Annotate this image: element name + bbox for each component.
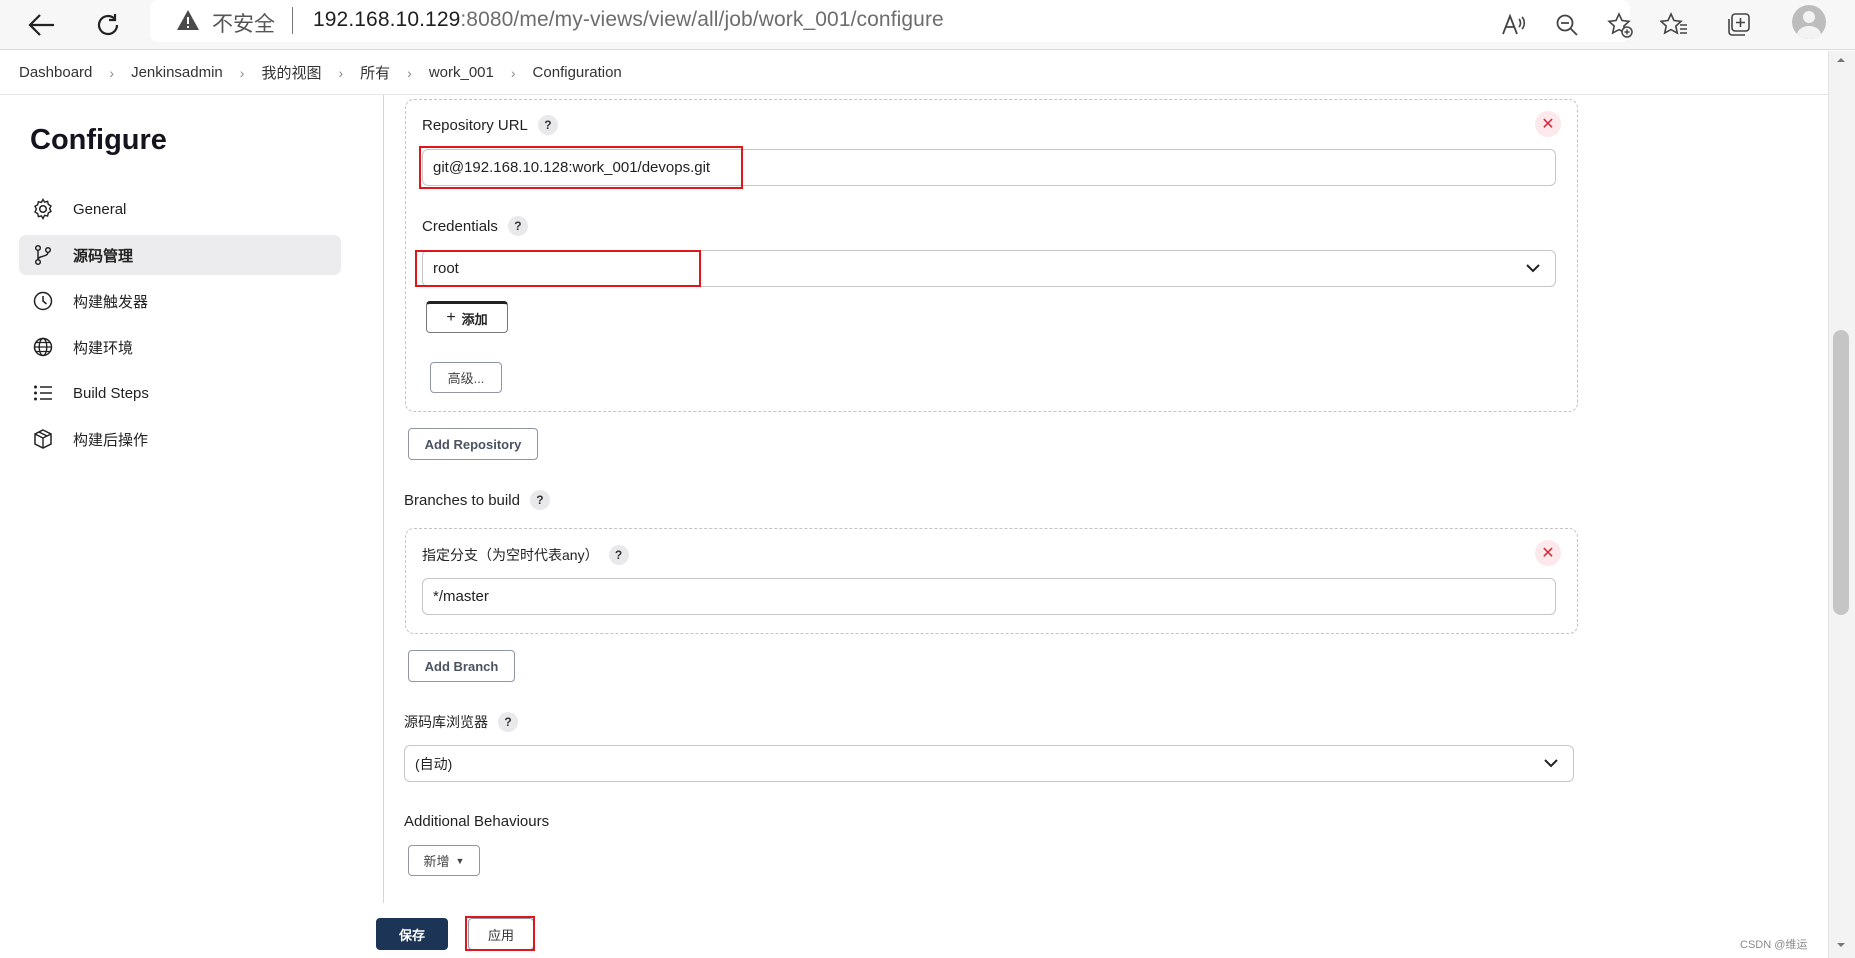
reload-button[interactable] [88, 5, 128, 45]
branches-label: Branches to build ? [404, 490, 550, 510]
help-icon[interactable]: ? [507, 216, 528, 236]
read-aloud-icon [1502, 13, 1526, 35]
branch-specifier-input[interactable]: */master [422, 578, 1556, 615]
breadcrumb-item[interactable]: 我的视图 [261, 62, 321, 83]
url-host: 192.168.10.129 [313, 8, 461, 31]
sidebar-item-label: 构建后操作 [73, 431, 149, 449]
sidebar-item-build-environment[interactable]: 构建环境 [19, 327, 341, 367]
delete-branch-button[interactable]: ✕ [1535, 540, 1561, 566]
scrollbar-thumb[interactable] [1833, 330, 1849, 615]
sidebar-item-source-management[interactable]: 源码管理 [19, 235, 341, 275]
credentials-label: Credentials ? [422, 216, 528, 236]
chevron-right-icon: › [510, 64, 516, 81]
page-title: Configure [30, 124, 167, 156]
favorites-icon [1660, 12, 1687, 35]
breadcrumb-item[interactable]: work_001 [429, 64, 494, 81]
delete-repository-button[interactable]: ✕ [1535, 111, 1561, 137]
clock-icon [31, 289, 55, 313]
repo-browser-label: 源码库浏览器 ? [404, 712, 518, 732]
list-icon [31, 381, 55, 405]
help-icon[interactable]: ? [608, 545, 629, 565]
repo-browser-select[interactable]: (自动) [404, 745, 1574, 782]
repository-url-label: Repository URL ? [422, 115, 558, 135]
warning-icon [177, 10, 199, 30]
add-branch-button[interactable]: Add Branch [408, 650, 515, 682]
sidebar-item-post-build[interactable]: 构建后操作 [19, 419, 341, 459]
help-icon[interactable]: ? [498, 712, 518, 732]
chevron-down-icon [1526, 264, 1540, 273]
sidebar-item-label: 构建环境 [73, 339, 134, 357]
caret-down-icon: ▼ [455, 855, 465, 866]
reload-icon [97, 14, 119, 36]
sidebar-item-general[interactable]: General [19, 189, 341, 229]
browser-toolbar: 不安全 192.168.10.129:8080/me/my-views/view… [0, 0, 1855, 50]
breadcrumb: Dashboard › Jenkinsadmin › 我的视图 › 所有 › work_001 ›… [0, 51, 1828, 95]
advanced-button[interactable]: 高级... [430, 362, 502, 393]
sidebar-item-label: 构建触发器 [73, 293, 149, 311]
star-plus-icon [1607, 12, 1633, 38]
add-favorite-button[interactable] [1600, 5, 1640, 45]
insecure-label: 不安全 [212, 13, 275, 36]
highlight-box-apply [465, 916, 535, 951]
add-repository-button[interactable]: Add Repository [408, 428, 538, 460]
chevron-down-icon [1544, 759, 1558, 768]
help-icon[interactable]: ? [529, 490, 550, 510]
save-button[interactable]: 保存 [376, 918, 448, 950]
zoom-button[interactable] [1547, 5, 1587, 45]
chevron-right-icon: › [338, 64, 344, 81]
breadcrumb-item[interactable]: Configuration [533, 64, 622, 81]
close-icon: ✕ [1541, 116, 1555, 133]
address-separator [292, 7, 293, 34]
branch-icon [31, 243, 55, 267]
bottom-action-bar [350, 903, 1828, 958]
breadcrumb-item[interactable]: Dashboard [19, 64, 92, 81]
chevron-right-icon: › [239, 64, 245, 81]
sidebar-item-label: General [73, 200, 127, 218]
collections-button[interactable] [1718, 5, 1758, 45]
profile-avatar[interactable] [1792, 5, 1826, 39]
favorites-button[interactable] [1654, 5, 1694, 45]
package-icon [31, 427, 55, 451]
highlight-box-url [419, 146, 743, 189]
plus-icon: + [446, 309, 456, 326]
chevron-right-icon: › [407, 64, 412, 81]
sidebar-item-build-steps[interactable]: Build Steps [19, 373, 341, 413]
back-button[interactable] [22, 5, 62, 45]
url-path: :8080/me/my-views/view/all/job/work_001/… [460, 8, 944, 31]
watermark: CSDN @维运 [1740, 939, 1808, 951]
sidebar-item-label: 源码管理 [73, 247, 134, 265]
read-aloud-button[interactable] [1494, 5, 1534, 45]
sidebar-item-label: Build Steps [73, 384, 149, 402]
globe-icon [31, 335, 55, 359]
additional-behaviours-label: Additional Behaviours [404, 813, 550, 830]
highlight-box-credentials [415, 250, 701, 287]
address-bar[interactable]: 不安全 192.168.10.129:8080/me/my-views/view… [150, 0, 1630, 42]
breadcrumb-item[interactable]: Jenkinsadmin [131, 64, 223, 81]
add-behaviour-button[interactable]: 新增 ▼ [408, 845, 480, 876]
sidebar-divider [383, 95, 384, 903]
zoom-out-icon [1556, 14, 1578, 36]
chevron-right-icon: › [109, 64, 115, 81]
close-icon: ✕ [1541, 545, 1555, 562]
branch-specifier-label: 指定分支（为空时代表any） ? [422, 545, 629, 565]
scroll-down-arrow-icon[interactable] [1836, 940, 1846, 950]
add-credentials-button[interactable]: + 添加 [426, 301, 508, 333]
sidebar-item-build-triggers[interactable]: 构建触发器 [19, 281, 341, 321]
breadcrumb-item[interactable]: 所有 [360, 62, 390, 83]
arrow-left-icon [28, 14, 54, 36]
gear-icon [31, 197, 55, 221]
help-icon[interactable]: ? [537, 115, 558, 135]
collections-icon [1728, 13, 1750, 36]
scroll-up-arrow-icon[interactable] [1836, 55, 1846, 65]
url-text[interactable]: 192.168.10.129:8080/me/my-views/view/all… [313, 8, 944, 32]
